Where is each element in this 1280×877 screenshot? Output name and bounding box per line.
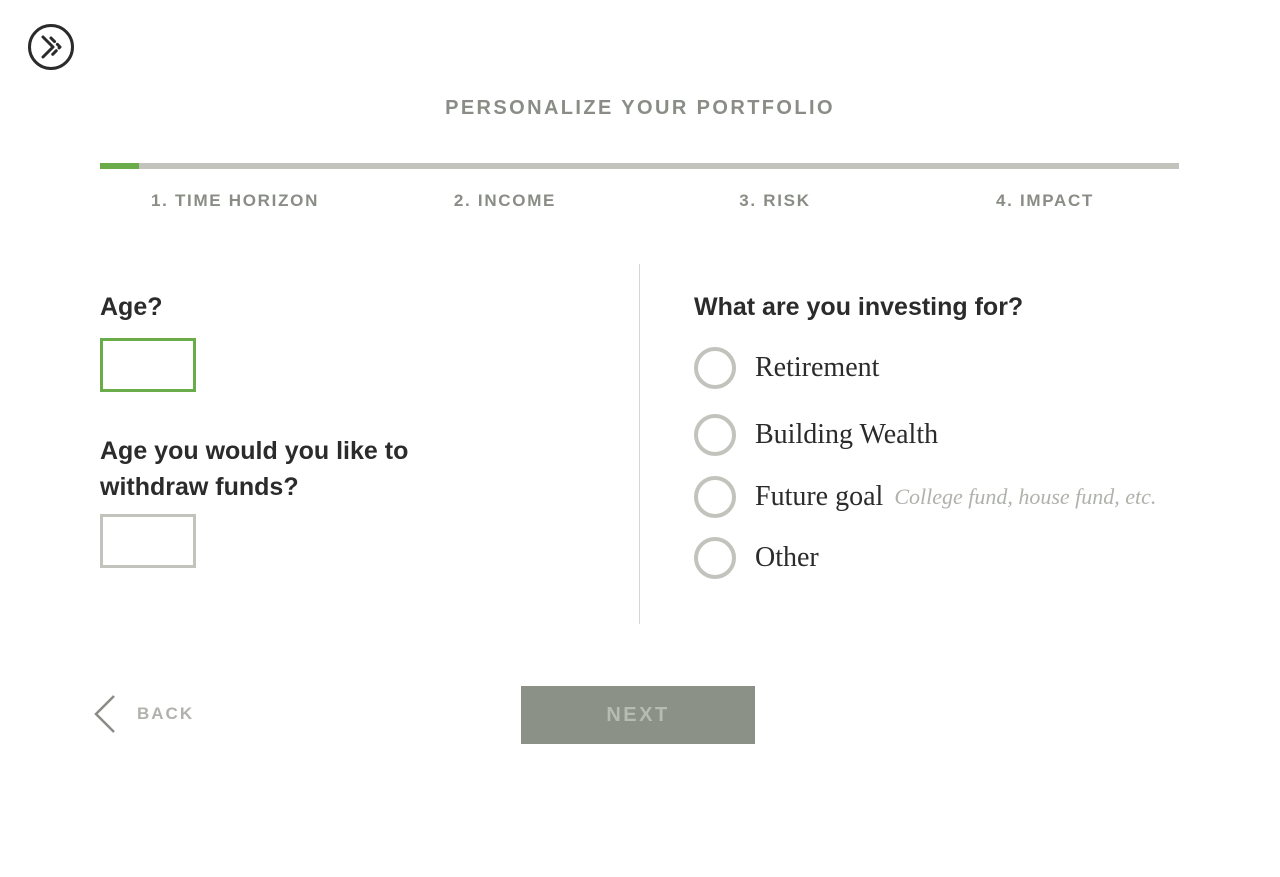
logo-icon	[28, 24, 74, 70]
step-risk: 3. RISK	[739, 191, 811, 210]
option-future-goal[interactable]: Future goal College fund, house fund, et…	[694, 475, 1156, 519]
option-retirement-label: Retirement	[755, 352, 880, 383]
column-divider	[639, 264, 640, 624]
radio-other[interactable]	[694, 537, 736, 579]
option-building-wealth-label: Building Wealth	[755, 419, 939, 450]
page-title: PERSONALIZE YOUR PORTFOLIO	[445, 97, 835, 119]
withdraw-age-label: Age you would you like to withdraw funds…	[100, 433, 408, 505]
back-button-label: BACK	[137, 704, 195, 723]
investing-goal-question: What are you investing for?	[694, 293, 1024, 321]
option-retirement[interactable]: Retirement	[694, 346, 879, 390]
next-button[interactable]: NEXT	[521, 686, 755, 744]
radio-future-goal[interactable]	[694, 476, 736, 518]
age-input[interactable]	[100, 338, 196, 392]
option-other-label: Other	[755, 542, 819, 573]
option-other[interactable]: Other	[694, 536, 819, 580]
withdraw-age-label-line1: Age you would you like to	[100, 437, 409, 465]
option-future-goal-hint: College fund, house fund, etc.	[894, 484, 1157, 509]
withdraw-age-label-line2: withdraw funds?	[100, 473, 299, 501]
step-impact: 4. IMPACT	[995, 191, 1095, 210]
step-time-horizon: 1. TIME HORIZON	[150, 191, 320, 210]
radio-building-wealth[interactable]	[694, 414, 736, 456]
option-future-goal-label: Future goal	[755, 481, 884, 512]
radio-retirement[interactable]	[694, 347, 736, 389]
chevron-left-icon	[94, 695, 115, 733]
progress-bar	[100, 163, 1179, 169]
back-button[interactable]: BACK	[92, 694, 194, 734]
option-building-wealth[interactable]: Building Wealth	[694, 413, 938, 457]
withdraw-age-input[interactable]	[100, 514, 196, 568]
age-label: Age?	[100, 293, 163, 321]
step-income: 2. INCOME	[453, 191, 557, 210]
progress-bar-fill	[100, 163, 139, 169]
